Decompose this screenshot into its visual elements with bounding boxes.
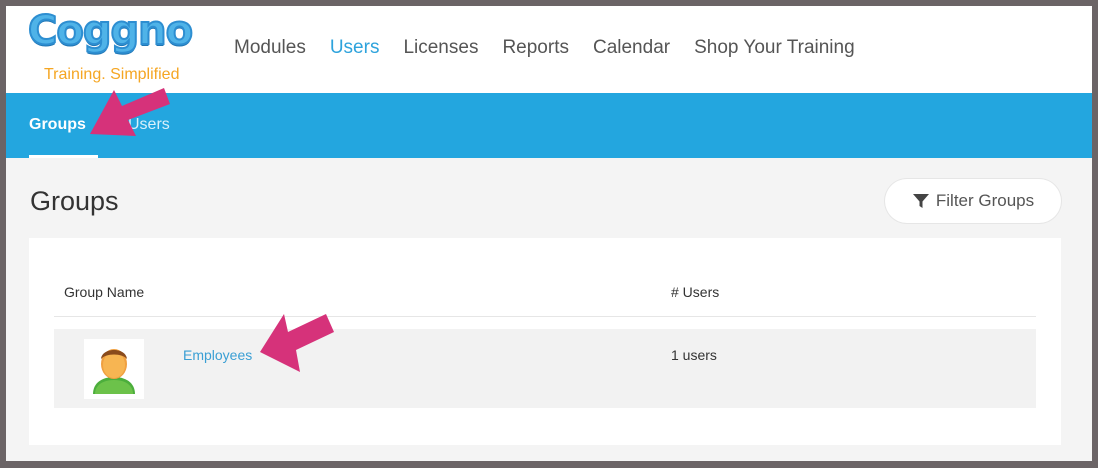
main-nav: Modules Users Licenses Reports Calendar … (234, 37, 855, 59)
filter-groups-label: Filter Groups (935, 191, 1035, 210)
arrow-annotation-icon (90, 88, 170, 136)
logo-wordmark: Coggno (27, 7, 194, 55)
funnel-icon (912, 194, 929, 208)
app-window: Coggno Training. Simplified Modules User… (6, 6, 1092, 461)
nav-item-users[interactable]: Users (330, 37, 380, 59)
filter-groups-button[interactable]: Filter Groups (885, 179, 1061, 223)
nav-item-licenses[interactable]: Licenses (403, 37, 478, 59)
nav-item-shop-your-training[interactable]: Shop Your Training (694, 37, 855, 59)
table-row[interactable]: Employees 1 users (54, 329, 1036, 408)
column-header-group-name[interactable]: Group Name (64, 284, 144, 300)
page-title: Groups (30, 186, 119, 216)
arrow-annotation-icon (260, 314, 334, 372)
nav-item-calendar[interactable]: Calendar (593, 37, 670, 59)
group-link-employees[interactable]: Employees (183, 347, 252, 363)
coggno-logo[interactable]: Coggno Training. Simplified (27, 7, 208, 88)
tab-groups[interactable]: Groups (29, 116, 86, 134)
header-divider (54, 316, 1036, 317)
group-user-count: 1 users (671, 347, 717, 363)
active-tab-indicator (29, 155, 98, 158)
groups-table-card: Group Name # Users Employees 1 users (29, 238, 1061, 445)
nav-item-reports[interactable]: Reports (502, 37, 569, 59)
top-header: Coggno Training. Simplified Modules User… (6, 6, 1092, 93)
user-avatar-icon (84, 339, 144, 399)
nav-item-modules[interactable]: Modules (234, 37, 306, 59)
column-header-users[interactable]: # Users (671, 284, 719, 300)
